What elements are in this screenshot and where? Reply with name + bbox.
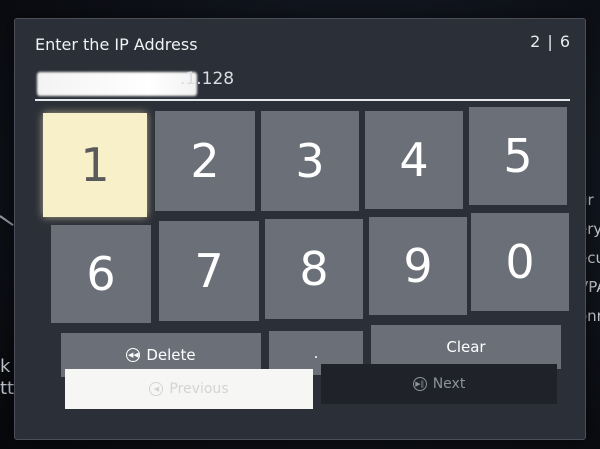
- next-label: Next: [432, 376, 466, 392]
- key-7[interactable]: 7: [159, 221, 259, 321]
- key-5[interactable]: 5: [469, 107, 567, 205]
- step-indicator: 2 | 6: [530, 32, 571, 51]
- clear-button[interactable]: Clear: [371, 325, 561, 369]
- key-6[interactable]: 6: [51, 225, 151, 323]
- delete-label: Delete: [146, 346, 196, 364]
- ip-address-input[interactable]: .1.128: [35, 69, 565, 97]
- key-4[interactable]: 4: [365, 111, 463, 209]
- tv-screen: gr ery ecu VPA onn k tted) Enter the IP …: [0, 0, 600, 449]
- background-decoration: [0, 215, 14, 226]
- ip-entry-dialog: Enter the IP Address 2 | 6 .1.128 1 2 3 …: [14, 18, 586, 440]
- previous-button[interactable]: ◀ Previous: [65, 369, 313, 409]
- previous-label: Previous: [169, 381, 229, 397]
- key-0[interactable]: 0: [471, 213, 569, 311]
- key-2[interactable]: 2: [155, 111, 255, 211]
- previous-circle-icon: ◀: [149, 382, 164, 396]
- key-9[interactable]: 9: [369, 217, 467, 315]
- dialog-title: Enter the IP Address: [35, 35, 198, 54]
- key-3[interactable]: 3: [261, 111, 359, 211]
- key-8[interactable]: 8: [265, 219, 363, 319]
- key-1[interactable]: 1: [43, 113, 147, 217]
- input-underline: [35, 99, 570, 101]
- redacted-ip-prefix: [37, 72, 197, 96]
- play-pause-circle-icon: ▶‖: [412, 377, 427, 391]
- ip-address-value: .1.128: [180, 69, 235, 89]
- next-button[interactable]: ▶‖ Next: [321, 364, 557, 404]
- rewind-circle-icon: ◀◀: [126, 348, 141, 362]
